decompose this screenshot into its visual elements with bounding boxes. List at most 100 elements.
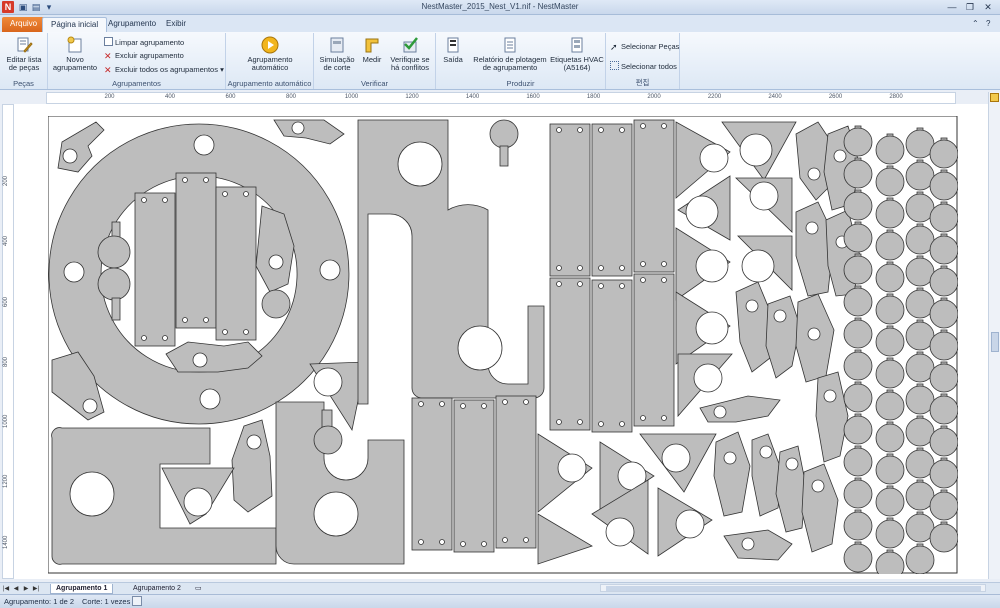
new-sheet-icon[interactable]: ▭ (190, 584, 207, 594)
ruler-tick-label: 2000 (647, 94, 661, 100)
ribbon: Editar lista de peças Peças Novo agrupam… (0, 32, 1000, 90)
hvac-labels-label: Etiquetas HVAC (A5164) (550, 55, 604, 72)
ruler-tick-label: 400 (3, 235, 9, 246)
select-all-button[interactable]: Selecionar todos (610, 61, 677, 72)
last-sheet-icon[interactable]: ▶| (32, 584, 40, 594)
group-label-verificar: Verificar (360, 79, 389, 88)
nest-sheet[interactable]: .p { fill: #bdbdbd; stroke: #333; stroke… (48, 116, 958, 574)
sheet-tab-2[interactable]: Agrupamento 2 (128, 584, 186, 594)
ruler-tick-label: 200 (104, 94, 115, 100)
cut-sim-label: Simulação de corte (319, 55, 355, 72)
part-plate[interactable] (633, 273, 675, 427)
part-plate[interactable] (453, 399, 495, 553)
minimize-button[interactable]: — (944, 1, 960, 13)
ruler-tick-label: 1000 (344, 94, 359, 100)
edit-parts-list-button[interactable]: Editar lista de peças (3, 36, 45, 72)
status-bar: Agrupamento: 1 de 2 Corte: 1 vezes (0, 594, 1000, 608)
clear-nest-button[interactable]: Limpar agrupamento (104, 37, 184, 48)
toolbox-icon[interactable] (990, 93, 999, 102)
measure-button[interactable]: Medir (358, 36, 386, 64)
nest-canvas[interactable]: .p { fill: #bdbdbd; stroke: #333; stroke… (14, 104, 988, 579)
close-button[interactable]: ✕ (980, 1, 996, 13)
vertical-scrollbar[interactable] (988, 92, 1000, 579)
report-icon (504, 37, 516, 53)
delete-nest-label: Excluir agrupamento (115, 51, 184, 60)
ruler-tick-label: 1000 (3, 414, 9, 428)
select-parts-label: Selecionar Peças (621, 42, 680, 51)
output-button[interactable]: Saída (438, 36, 468, 64)
group-label-auto: Agrupamento automático (227, 79, 312, 88)
ruler-tick-label: 1200 (405, 94, 419, 100)
ruler-tick-label: 1400 (465, 94, 480, 100)
ruler-tick-label: 200 (3, 175, 9, 186)
sheet-tab-1[interactable]: Agrupamento 1 (50, 584, 114, 594)
group-label-pecas: Peças (13, 79, 34, 88)
part-plate[interactable] (134, 192, 176, 347)
ribbon-tabs: Arquivo Página inicial Agrupamento Exibi… (0, 15, 1000, 32)
part-plate[interactable] (549, 123, 591, 277)
group-pecas: Editar lista de peças Peças (0, 33, 48, 89)
plot-report-button[interactable]: Relatório de plotagem de agrupamento (470, 36, 550, 72)
check-conflicts-button[interactable]: Verifique se há conflitos (386, 36, 434, 72)
new-nest-label: Novo agrupamento (52, 55, 98, 72)
delete-all-icon: ✕ (104, 65, 112, 75)
new-document-icon (67, 36, 82, 53)
tab-agrupamento[interactable]: Agrupamento (100, 17, 164, 32)
group-agrupamentos: Novo agrupamento Limpar agrupamento ✕ Exc… (48, 33, 226, 89)
horizontal-ruler: 200 400 600 800 1000 1200 1400 1600 1800 2000 2200… (46, 92, 956, 104)
group-produzir: Saída Relatório de plotagem de agrupamen… (436, 33, 606, 89)
plot-report-label: Relatório de plotagem de agrupamento (473, 55, 547, 72)
cursor-icon: ➚ (610, 42, 618, 52)
delete-nest-button[interactable]: ✕ Excluir agrupamento (104, 51, 184, 61)
ruler-tick-label: 2600 (828, 94, 843, 100)
cut-simulation-button[interactable]: Simulação de corte (316, 36, 358, 72)
part-plate[interactable] (549, 277, 591, 431)
delete-all-nests-button[interactable]: ✕ Excluir todos os agrupamentos ▾ (104, 65, 224, 75)
ruler-tick-label: 2200 (707, 94, 722, 100)
play-icon (261, 36, 279, 54)
auto-nest-button[interactable]: Agrupamento automático (230, 36, 310, 72)
ruler-tick-label: 2800 (889, 94, 903, 100)
next-sheet-icon[interactable]: ▶ (22, 584, 30, 594)
restore-button[interactable]: ❐ (962, 1, 978, 13)
tab-arquivo[interactable]: Arquivo (2, 17, 46, 32)
group-label-selection: 편집 (635, 78, 650, 87)
prev-sheet-icon[interactable]: ◀ (12, 584, 20, 594)
clear-icon (104, 37, 113, 46)
status-nest: Agrupamento: 1 de 2 (4, 597, 75, 606)
tab-exibir[interactable]: Exibir (158, 17, 194, 32)
ruler-tick-label: 2400 (768, 94, 782, 100)
help-icon[interactable]: ? (978, 17, 998, 32)
part-plate[interactable] (175, 172, 217, 329)
simulation-icon (330, 37, 344, 53)
ruler-tick-label: 1600 (526, 94, 540, 100)
delete-icon: ✕ (104, 51, 112, 61)
tab-pagina-inicial[interactable]: Página inicial (42, 17, 108, 32)
group-label-agrupamentos: Agrupamentos (112, 79, 161, 88)
hvac-labels-button[interactable]: Etiquetas HVAC (A5164) (550, 36, 604, 72)
part-plate[interactable] (633, 119, 675, 273)
check-icon (403, 37, 418, 53)
new-nest-button[interactable]: Novo agrupamento (50, 36, 100, 72)
first-sheet-icon[interactable]: |◀ (2, 584, 10, 594)
ruler-tick-label: 600 (3, 296, 9, 307)
horizontal-scrollbar[interactable] (600, 584, 986, 592)
ruler-tick-label: 800 (285, 94, 297, 100)
select-parts-button[interactable]: ➚ Selecionar Peças (610, 42, 679, 52)
status-cut: Corte: 1 vezes (82, 597, 131, 606)
part-plate[interactable] (495, 395, 537, 549)
horizontal-scroll-thumb[interactable] (606, 586, 981, 591)
window-title: NestMaster_2015_Nest_V1.nif - NestMaster (421, 2, 579, 11)
part-plate[interactable] (411, 397, 453, 551)
ruler-tick-label: 1400 (3, 535, 9, 549)
vertical-scroll-thumb[interactable] (991, 332, 999, 352)
check-conflicts-label: Verifique se há conflitos (390, 55, 430, 72)
title-bar: N ▣ ▤ ▾ NestMaster_2015_Nest_V1.nif - Ne… (0, 0, 1000, 15)
part-plate[interactable] (215, 186, 257, 341)
part-plate[interactable] (591, 123, 633, 277)
part-plate[interactable] (591, 279, 633, 433)
group-auto-nest: Agrupamento automático Agrupamento autom… (226, 33, 314, 89)
part-bracket[interactable] (165, 341, 263, 373)
output-icon (447, 37, 459, 53)
edit-list-icon (17, 37, 33, 53)
